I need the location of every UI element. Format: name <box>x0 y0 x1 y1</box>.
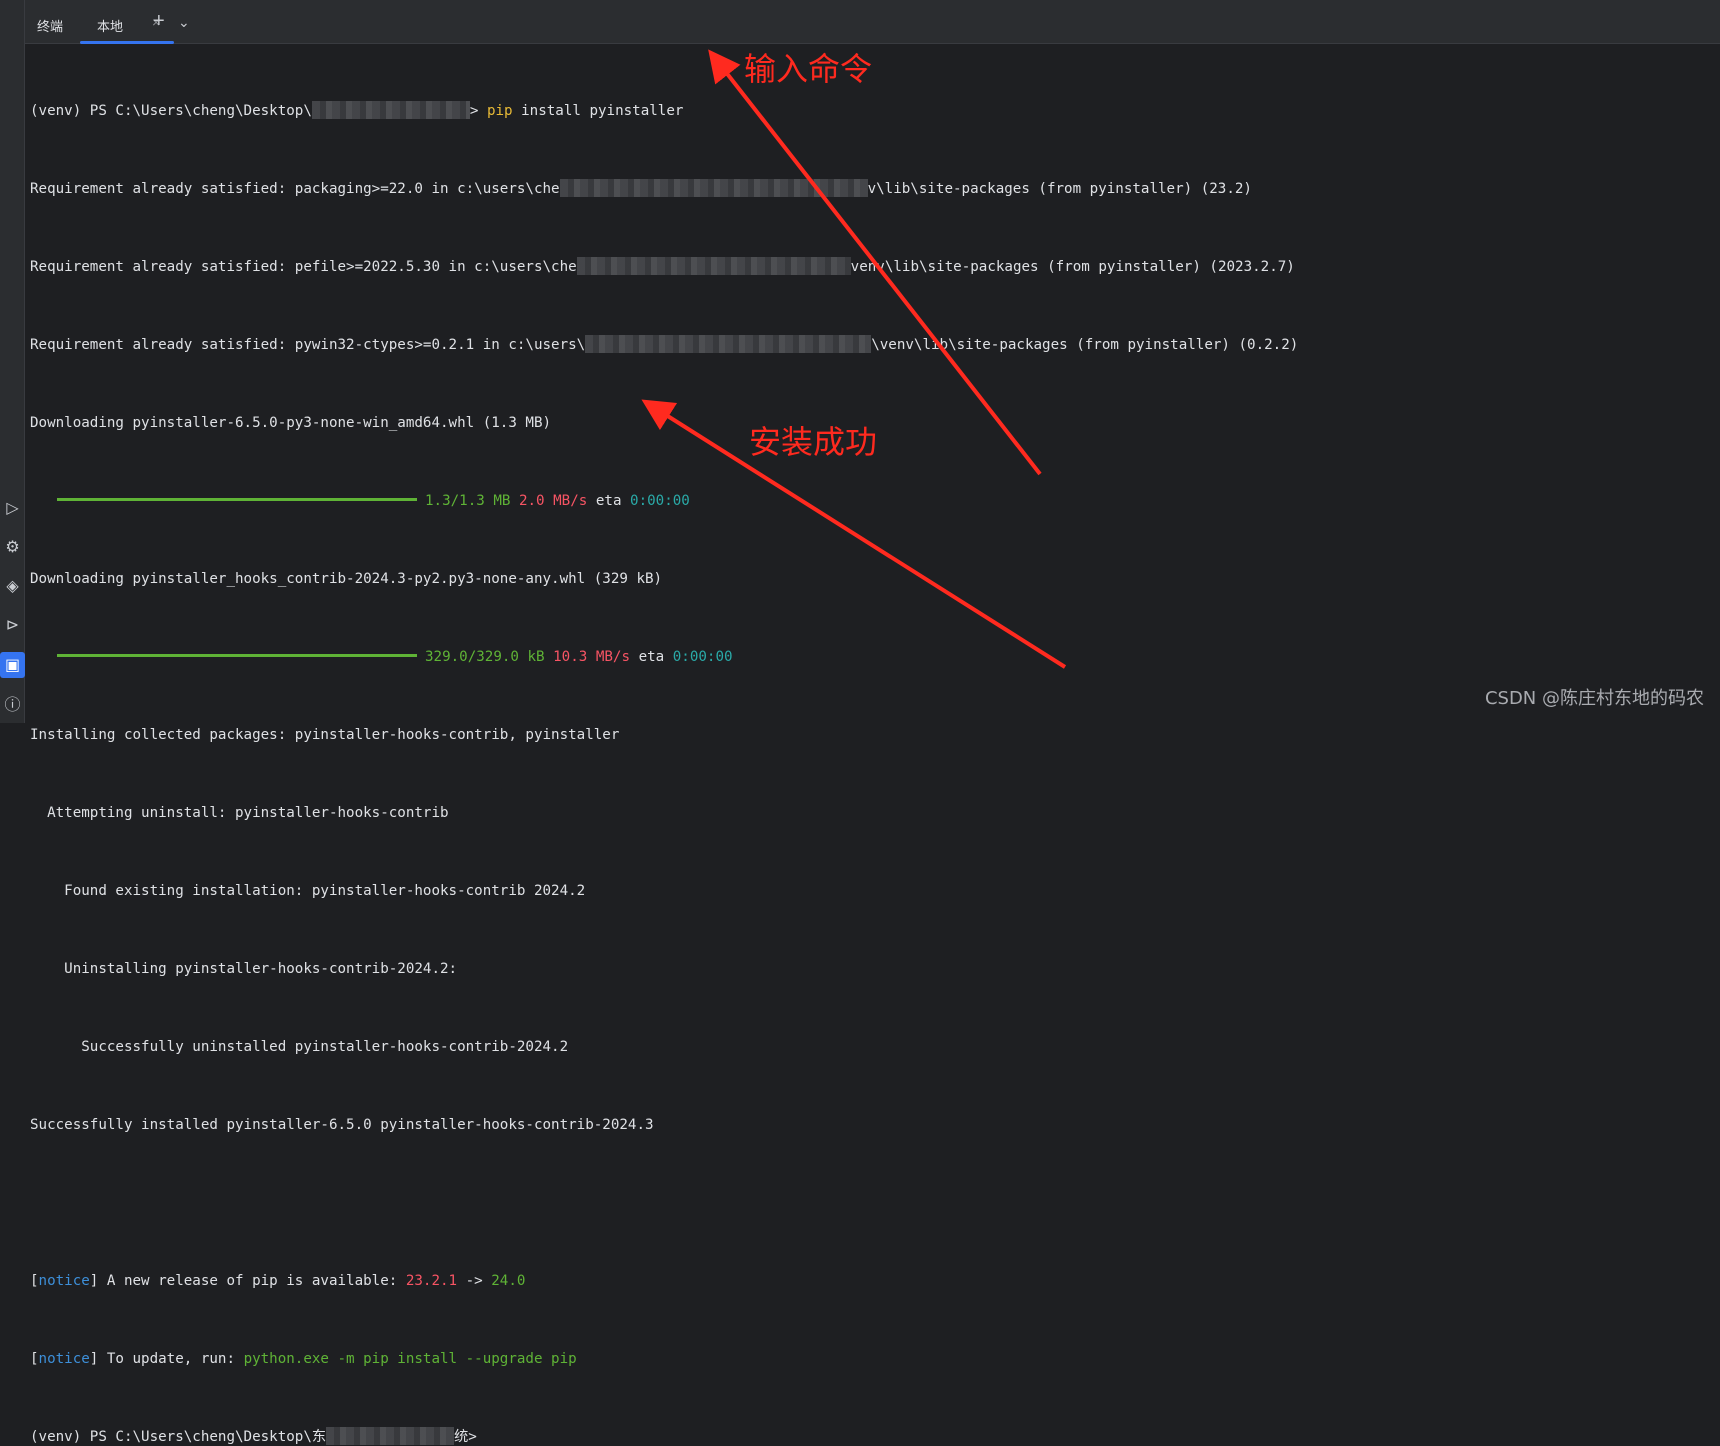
python-console-icon[interactable]: ⚙ <box>0 534 25 560</box>
progress-bar <box>57 654 417 657</box>
bracket: ] <box>89 1351 99 1367</box>
line-text: Requirement already satisfied: pefile>=2… <box>30 259 577 275</box>
terminal-tab-bar: 终端 本地 × + ⌄ <box>25 4 1720 44</box>
redacted-path <box>585 335 872 353</box>
terminal-line: Requirement already satisfied: pywin32-c… <box>30 332 1720 358</box>
tab-dropdown-icon[interactable]: ⌄ <box>178 14 190 31</box>
eta-value: 0:00:00 <box>672 649 733 665</box>
bracket: [ <box>30 1273 39 1289</box>
progress-line: 1.3/1.3 MB 2.0 MB/s eta 0:00:00 <box>30 488 1720 514</box>
bracket: ] <box>89 1273 99 1289</box>
old-version: 23.2.1 <box>405 1273 458 1289</box>
notice-tag: notice <box>38 1273 90 1289</box>
download-speed: 10.3 MB/s <box>553 649 631 665</box>
bracket: [ <box>30 1351 39 1367</box>
redacted-path <box>311 101 470 119</box>
line-text: To update, run: <box>98 1351 244 1367</box>
prompt-path: (venv) PS C:\Users\cheng\Desktop\ <box>30 1429 312 1445</box>
eta-value: 0:00:00 <box>630 493 690 509</box>
terminal-line-success: Successfully installed pyinstaller-6.5.0… <box>30 1117 654 1133</box>
prompt-path: (venv) PS C:\Users\cheng\Desktop\ <box>30 103 312 119</box>
command-keyword: pip <box>486 103 513 119</box>
line-text: -> <box>457 1273 492 1289</box>
progress-bar <box>57 498 417 501</box>
prompt-path: 东 <box>311 1429 327 1445</box>
prompt-caret: > <box>469 103 487 119</box>
prompt-caret: > <box>468 1429 477 1445</box>
terminal-icon[interactable]: ▣ <box>0 652 25 678</box>
upgrade-command: python.exe -m pip install --upgrade pip <box>243 1351 577 1367</box>
tab-local-label: 本地 <box>97 19 124 34</box>
terminal-line-prompt: (venv) PS C:\Users\cheng\Desktop\东 统> <box>30 1424 1720 1446</box>
command-args: install pyinstaller <box>512 103 684 119</box>
prompt-path: 统 <box>454 1429 469 1445</box>
download-size: 329.0/329.0 kB <box>425 649 545 665</box>
notice-line: [notice] To update, run: python.exe -m p… <box>30 1346 1720 1372</box>
line-text: venv\lib\site-packages (from pyinstaller… <box>850 259 1295 275</box>
terminal-line-prompt: (venv) PS C:\Users\cheng\Desktop\ > pip i… <box>30 98 1720 124</box>
left-tool-sidebar: ▷ ⚙ ◈ ⊳ ▣ ⓘ <box>0 0 25 723</box>
eta-label: eta <box>595 493 622 509</box>
notice-tag: notice <box>38 1351 90 1367</box>
problems-icon[interactable]: ⓘ <box>0 692 25 718</box>
line-text: A new release of pip is available: <box>98 1273 406 1289</box>
terminal-output[interactable]: (venv) PS C:\Users\cheng\Desktop\ > pip i… <box>30 46 1720 1445</box>
annotation-input-command: 输入命令 <box>744 50 873 88</box>
terminal-line: Requirement already satisfied: pefile>=2… <box>30 254 1720 280</box>
services-icon[interactable]: ⊳ <box>0 612 25 638</box>
annotation-install-success: 安装成功 <box>749 423 878 461</box>
watermark: CSDN @陈庄村东地的码农 <box>1484 688 1704 709</box>
redacted-path <box>559 179 868 197</box>
terminal-line: Requirement already satisfied: packaging… <box>30 176 1720 202</box>
active-tab-underline <box>80 41 174 44</box>
terminal-line: Uninstalling pyinstaller-hooks-contrib-2… <box>30 961 458 977</box>
terminal-line: Attempting uninstall: pyinstaller-hooks-… <box>30 805 449 821</box>
redacted-path <box>576 257 851 275</box>
layers-icon[interactable]: ◈ <box>0 573 25 599</box>
terminal-line: Downloading pyinstaller_hooks_contrib-20… <box>30 571 663 587</box>
new-version: 24.0 <box>491 1273 526 1289</box>
new-tab-icon[interactable]: + <box>153 10 165 33</box>
notice-line: [notice] A new release of pip is availab… <box>30 1268 1720 1294</box>
line-text: v\lib\site-packages (from pyinstaller) (… <box>867 181 1252 197</box>
line-text: Requirement already satisfied: packaging… <box>30 181 560 197</box>
download-speed: 2.0 MB/s <box>518 493 588 509</box>
redacted-path <box>326 1427 455 1445</box>
terminal-line: Found existing installation: pyinstaller… <box>30 883 586 899</box>
download-size: 1.3/1.3 MB <box>425 493 511 509</box>
terminal-line: Installing collected packages: pyinstall… <box>30 727 620 743</box>
eta-label: eta <box>638 649 665 665</box>
run-icon[interactable]: ▷ <box>0 495 25 521</box>
terminal-line: Successfully uninstalled pyinstaller-hoo… <box>30 1039 569 1055</box>
line-text: Requirement already satisfied: pywin32-c… <box>30 337 586 353</box>
terminal-tool-title: 终端 <box>37 19 64 34</box>
progress-line: 329.0/329.0 kB 10.3 MB/s eta 0:00:00 <box>30 644 1720 670</box>
line-text: \venv\lib\site-packages (from pyinstalle… <box>871 337 1299 353</box>
